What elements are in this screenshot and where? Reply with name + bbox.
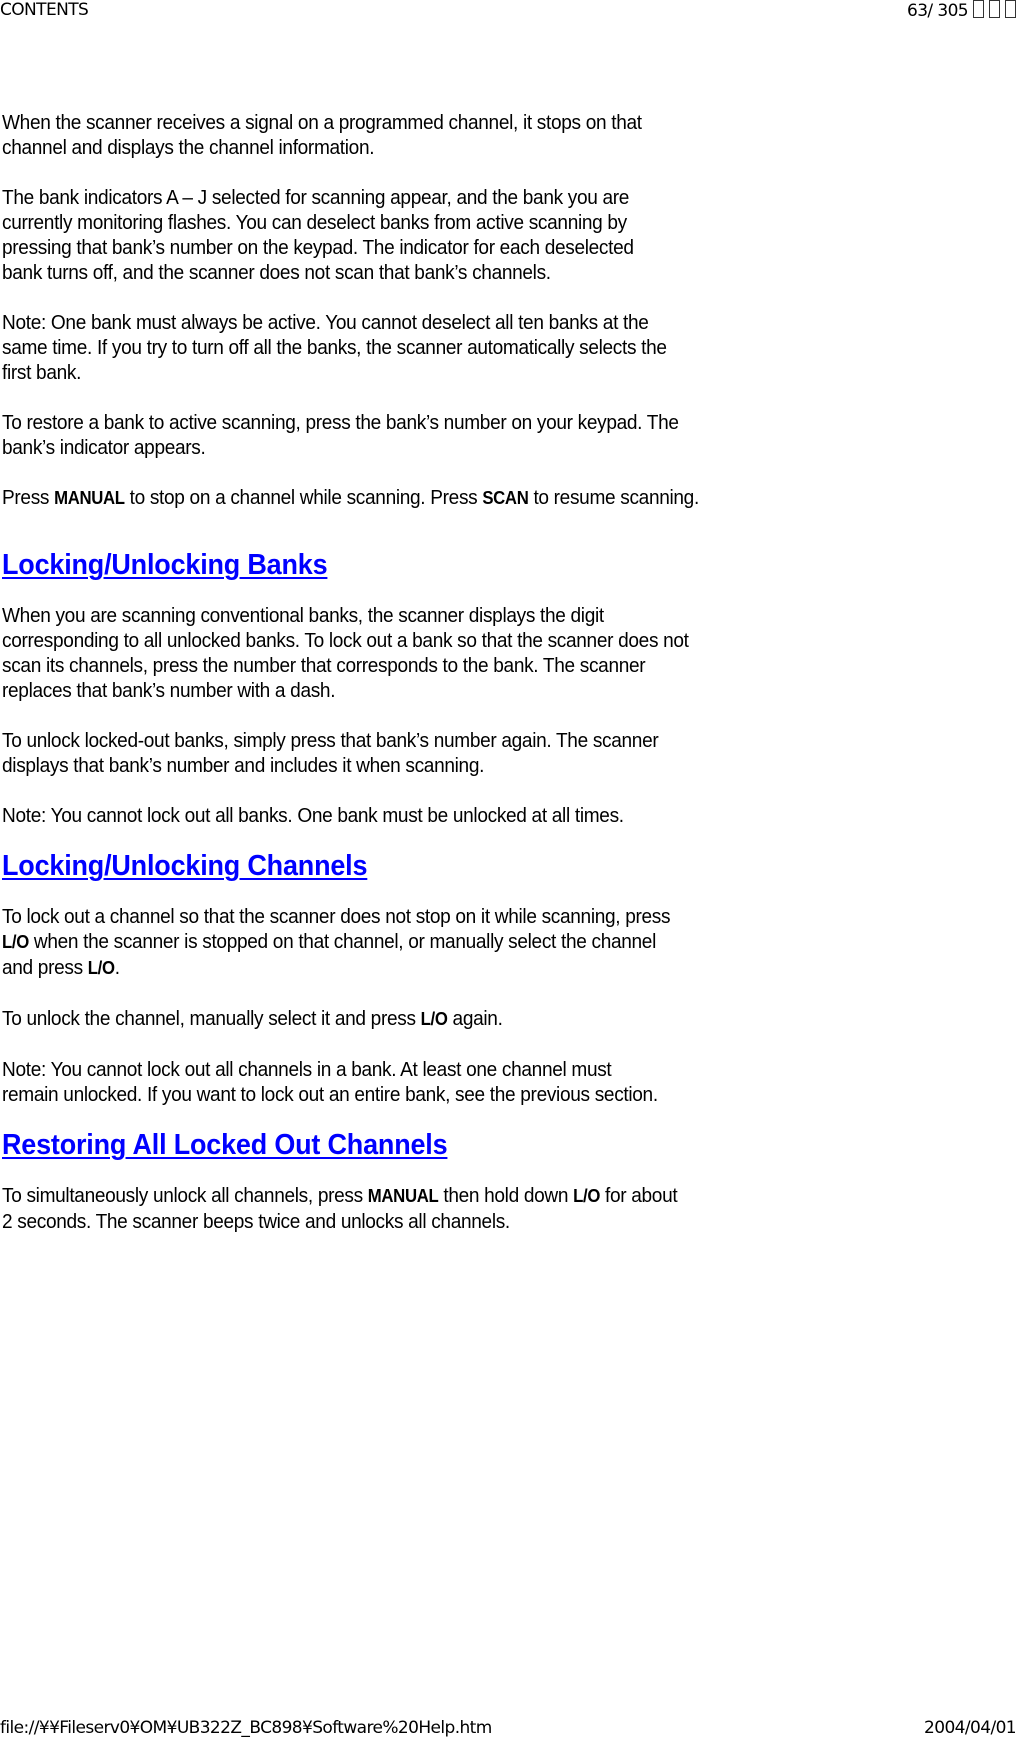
paragraph: Note: You cannot lock out all banks. One… <box>2 804 624 827</box>
page-header: CONTENTS 63/ 305 <box>0 0 1016 26</box>
key-lo: L/O <box>87 958 115 978</box>
contents-label: CONTENTS <box>0 0 89 20</box>
page-number: 63/ 305 <box>906 1 969 21</box>
key-manual: MANUAL <box>54 488 125 508</box>
paragraph: Note: You cannot lock out all channels i… <box>2 1058 658 1106</box>
key-lo: L/O <box>573 1186 601 1206</box>
section-heading-locking-channels[interactable]: Locking/Unlocking Channels <box>2 850 746 882</box>
missing-glyph-box-icon <box>973 0 984 18</box>
key-scan: SCAN <box>482 488 529 508</box>
page-footer: file://¥¥Fileserv0¥OM¥UB322Z_BC898¥Softw… <box>0 1718 1016 1744</box>
page-indicator: 63/ 305 <box>907 0 1016 21</box>
paragraph: To lock out a channel so that the scanne… <box>2 905 671 979</box>
paragraph: The bank indicators A – J selected for s… <box>2 186 634 284</box>
paragraph: To unlock the channel, manually select i… <box>2 1007 503 1030</box>
paragraph: To restore a bank to active scanning, pr… <box>2 411 679 459</box>
file-path: file://¥¥Fileserv0¥OM¥UB322Z_BC898¥Softw… <box>0 1718 492 1738</box>
paragraph: To simultaneously unlock all channels, p… <box>2 1184 678 1233</box>
missing-glyph-box-icon <box>989 0 1000 18</box>
document-body: When the scanner receives a signal on a … <box>2 110 746 1234</box>
key-manual: MANUAL <box>367 1186 439 1206</box>
missing-glyph-box-icon <box>1005 0 1016 18</box>
paragraph: Press MANUAL to stop on a channel while … <box>2 486 699 509</box>
paragraph: To unlock locked-out banks, simply press… <box>2 729 659 777</box>
section-heading-restoring-channels[interactable]: Restoring All Locked Out Channels <box>2 1129 746 1161</box>
key-lo: L/O <box>2 932 29 952</box>
paragraph: Note: One bank must always be active. Yo… <box>2 311 667 384</box>
paragraph: When the scanner receives a signal on a … <box>2 111 642 159</box>
key-lo: L/O <box>420 1009 448 1029</box>
paragraph: When you are scanning conventional banks… <box>2 604 689 702</box>
section-heading-locking-banks[interactable]: Locking/Unlocking Banks <box>2 549 746 581</box>
print-date: 2004/04/01 <box>924 1718 1016 1738</box>
